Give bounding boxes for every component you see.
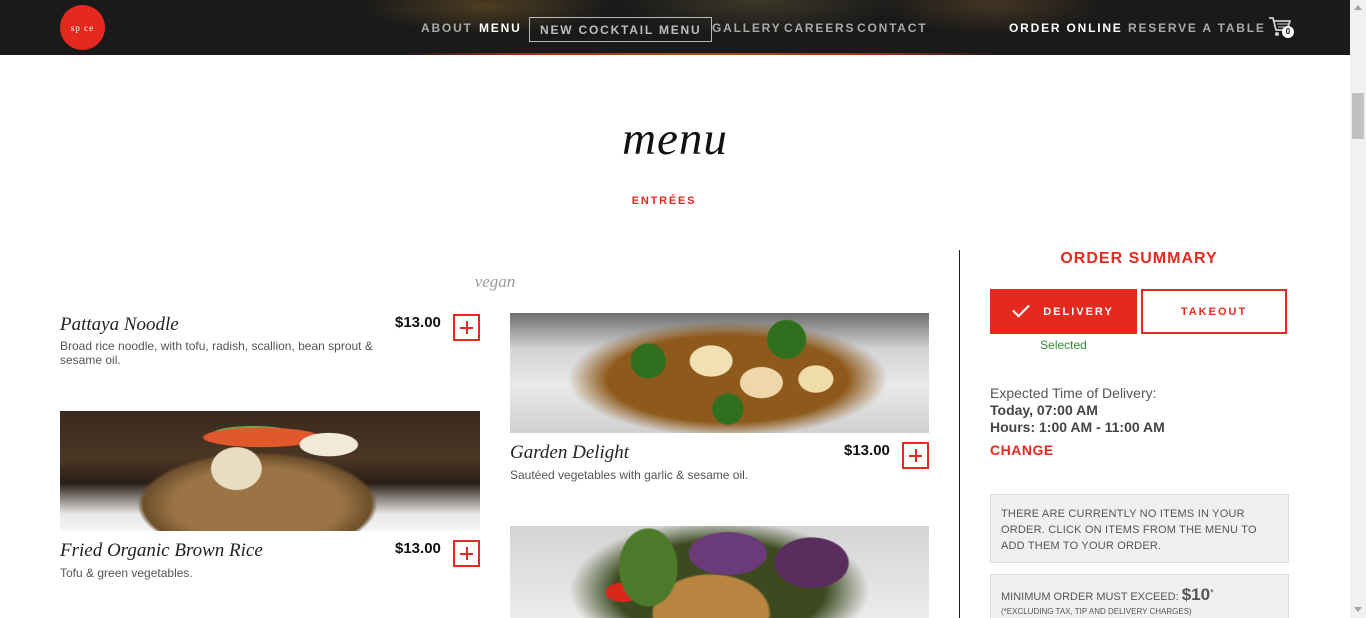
empty-order-message: THERE ARE CURRENTLY NO ITEMS IN YOUR ORD…: [990, 494, 1289, 563]
minimum-order-asterisk: *: [1210, 587, 1214, 598]
menu-item-price: $13.00: [395, 540, 441, 557]
minimum-order-label: MINIMUM ORDER MUST EXCEED:: [1001, 591, 1179, 603]
takeout-label: TAKEOUT: [1180, 305, 1248, 318]
expected-time-label: Expected Time of Delivery:: [990, 385, 1157, 401]
delivery-label: DELIVERY: [1043, 305, 1114, 318]
hours-row: Hours: 1:00 AM - 11:00 AM: [990, 419, 1165, 435]
nav-menu-link[interactable]: MENU: [479, 21, 522, 35]
nav-contact-link[interactable]: CONTACT: [857, 21, 927, 35]
subsection-label: vegan: [474, 272, 516, 291]
minimum-order-amount: $10: [1181, 585, 1211, 604]
expected-time-value: Today, 07:00 AM: [990, 402, 1098, 418]
add-item-button[interactable]: [453, 540, 480, 567]
selected-indicator: Selected: [1040, 338, 1087, 352]
nav-gallery-link[interactable]: GALLERY: [712, 21, 782, 35]
order-summary-title: ORDER SUMMARY: [1060, 250, 1218, 267]
logo-text: sp ce: [70, 22, 95, 33]
nav-item-order-online[interactable]: ORDER ONLINE: [1009, 0, 1123, 55]
top-nav-bar: sp ce ABOUT MENU NEW COCKTAIL MENU GALLE…: [0, 0, 1350, 55]
menu-item-price: $13.00: [844, 442, 890, 459]
add-item-button[interactable]: [453, 314, 480, 341]
menu-item-name[interactable]: Garden Delight: [510, 442, 629, 464]
logo[interactable]: sp ce: [60, 5, 105, 50]
menu-item-description: Tofu & green vegetables.: [60, 566, 193, 580]
nav-careers-link[interactable]: CAREERS: [784, 21, 855, 35]
nav-item-careers[interactable]: CAREERS: [784, 0, 855, 55]
menu-item-image[interactable]: [510, 526, 929, 618]
cart-count-badge: 0: [1282, 26, 1294, 38]
menu-item-description: Sautéed vegetables with garlic & sesame …: [510, 468, 749, 482]
cart-button[interactable]: 0: [1268, 16, 1296, 40]
menu-item-description: Broad rice noodle, with tofu, radish, sc…: [60, 339, 373, 367]
delivery-button[interactable]: DELIVERY: [990, 289, 1137, 334]
add-item-button[interactable]: [902, 442, 929, 469]
menu-item-image[interactable]: [60, 411, 480, 531]
scroll-down-arrow-icon[interactable]: [1354, 607, 1362, 612]
menu-item-name[interactable]: Pattaya Noodle: [60, 314, 179, 336]
check-icon: [1012, 299, 1031, 318]
menu-item-price: $13.00: [395, 314, 441, 331]
nav-item-contact[interactable]: CONTACT: [857, 0, 927, 55]
hours-value: 1:00 AM - 11:00 AM: [1039, 419, 1165, 435]
change-time-link[interactable]: CHANGE: [990, 442, 1054, 458]
hours-label: Hours:: [990, 419, 1036, 435]
menu-item-name[interactable]: Fried Organic Brown Rice: [60, 540, 263, 562]
page-scrollbar[interactable]: [1350, 0, 1366, 618]
takeout-button[interactable]: TAKEOUT: [1141, 289, 1287, 334]
column-divider: [959, 250, 960, 618]
page-title: menu: [622, 113, 728, 165]
nav-item-gallery[interactable]: GALLERY: [712, 0, 782, 55]
menu-item-image[interactable]: [510, 313, 929, 433]
nav-item-new-cocktail-menu[interactable]: NEW COCKTAIL MENU: [529, 17, 713, 42]
nav-cocktail-link[interactable]: NEW COCKTAIL MENU: [540, 23, 701, 37]
nav-reserve-link[interactable]: RESERVE A TABLE: [1128, 21, 1266, 35]
minimum-order-note: (*EXCLUDING TAX, TIP AND DELIVERY CHARGE…: [1001, 607, 1192, 616]
scrollbar-thumb[interactable]: [1352, 93, 1364, 139]
nav-item-reserve-table[interactable]: RESERVE A TABLE: [1128, 0, 1266, 55]
nav-about-link[interactable]: ABOUT: [421, 21, 473, 35]
nav-item-about[interactable]: ABOUT: [421, 0, 473, 55]
section-label: ENTRÉES: [631, 195, 697, 207]
nav-item-menu[interactable]: MENU: [479, 0, 522, 55]
minimum-order-box: MINIMUM ORDER MUST EXCEED: $10* (*EXCLUD…: [990, 574, 1289, 618]
nav-order-online-link[interactable]: ORDER ONLINE: [1009, 21, 1123, 35]
scroll-up-arrow-icon[interactable]: [1354, 5, 1362, 10]
